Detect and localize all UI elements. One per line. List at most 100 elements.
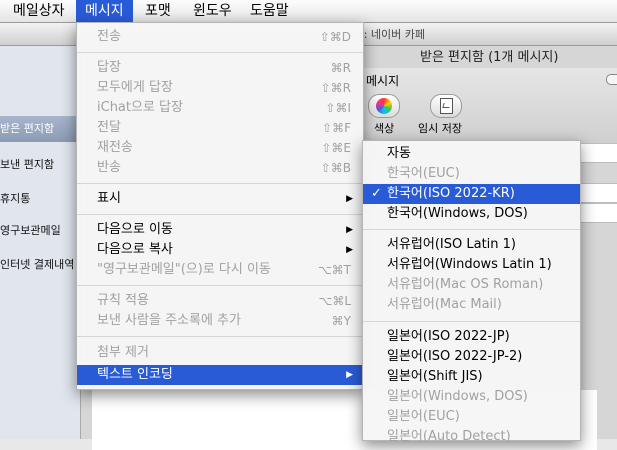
encoding-item-japanese-euc[interactable]: 일본어(EUC)	[363, 407, 580, 427]
encoding-item-windows-latin1[interactable]: 서유럽어(Windows Latin 1)	[363, 255, 580, 275]
colors-button[interactable]	[368, 94, 400, 118]
menu-item-shortcut: ⇧⌘D	[319, 30, 351, 44]
menu-separator	[77, 183, 363, 184]
menu-bar: 메일상자 메시지 포맷 윈도우 도움말	[0, 0, 617, 23]
menu-item-label: 재전송	[97, 140, 133, 155]
encoding-item-mac-roman[interactable]: 서유럽어(Mac OS Roman)	[363, 275, 580, 295]
menu-mailbox[interactable]: 메일상자	[4, 0, 74, 22]
menu-item-label: 자동	[387, 146, 411, 161]
menu-item-label: 다음으로 복사	[97, 242, 173, 257]
header-fields	[580, 143, 617, 323]
menu-item-label: 표시	[97, 191, 121, 206]
colors-label: 색상	[374, 122, 395, 135]
menu-item-copy-to[interactable]: 다음으로 복사 ▶	[77, 240, 363, 260]
menu-item-label: 텍스트 인코딩	[97, 367, 173, 382]
sidebar-item-label: 받은 편지함	[0, 122, 55, 135]
header-field[interactable]	[580, 143, 617, 163]
menu-format[interactable]: 포맷	[136, 0, 180, 22]
menu-item-bounce[interactable]: 반송 ⇧⌘B	[77, 158, 363, 178]
menu-separator	[77, 336, 363, 337]
menu-item-label: 답장	[97, 60, 121, 75]
mailbox-sidebar: 받은 편지함 보낸 편지함 휴지통 영구보관메일 인터넷 결제내역	[0, 46, 81, 439]
menu-item-shortcut: ⌘R	[330, 61, 351, 75]
sidebar-item-label: 보낸 편지함	[0, 158, 55, 171]
menu-item-label: "영구보관메일"(으)로 다시 이동	[97, 262, 271, 277]
encoding-item-japanese-windows[interactable]: 일본어(Windows, DOS)	[363, 387, 580, 407]
sidebar-item-payments[interactable]: 인터넷 결제내역	[0, 252, 80, 278]
sidebar-item-sent[interactable]: 보낸 편지함	[0, 152, 80, 178]
toolbar-heading: 메시지	[366, 74, 400, 88]
menu-item-reply-all[interactable]: 모두에게 답장 ⇧⌘R	[77, 78, 363, 98]
menu-window[interactable]: 윈도우	[184, 0, 241, 22]
menu-item-label: 다음으로 이동	[97, 222, 173, 237]
sidebar-item-label: 휴지통	[0, 192, 31, 205]
menu-item-move-to[interactable]: 다음으로 이동 ▶	[77, 220, 363, 240]
menu-item-show[interactable]: 표시 ▶	[77, 189, 363, 209]
menu-item-shortcut: ⌥⌘T	[317, 263, 351, 277]
encoding-item-korean-iso2022kr[interactable]: ✓ 한국어(ISO 2022-KR)	[363, 184, 580, 204]
menu-separator	[77, 52, 363, 53]
toolbar-toggle-button[interactable]	[606, 74, 617, 85]
menu-item-label: 보낸 사람을 주소록에 추가	[97, 313, 241, 328]
save-draft-label: 임시 저장	[418, 122, 462, 135]
menu-item-label: 모두에게 답장	[97, 80, 173, 95]
menu-separator	[363, 229, 580, 230]
sidebar-item-trash[interactable]: 휴지통	[0, 186, 80, 212]
menu-help[interactable]: 도움말	[241, 0, 298, 22]
menu-item-shortcut: ⇧⌘F	[322, 121, 351, 135]
encoding-item-korean-euc[interactable]: 한국어(EUC)	[363, 164, 580, 184]
menu-item-label: 서유럽어(ISO Latin 1)	[387, 237, 516, 252]
menu-item-move-again[interactable]: "영구보관메일"(으)로 다시 이동 ⌥⌘T	[77, 260, 363, 280]
header-field[interactable]	[580, 183, 617, 203]
sidebar-item-archive[interactable]: 영구보관메일	[0, 218, 80, 244]
encoding-item-iso2022jp2[interactable]: 일본어(ISO 2022-JP-2)	[363, 347, 580, 367]
sidebar-item-inbox[interactable]: 받은 편지함	[0, 116, 80, 142]
encoding-item-korean-windows[interactable]: 한국어(Windows, DOS)	[363, 204, 580, 224]
message-menu: 전송 ⇧⌘D 답장 ⌘R 모두에게 답장 ⇧⌘R iChat으로 답장 ⇧⌘I …	[76, 22, 364, 390]
menu-item-remove-attachments[interactable]: 첨부 제거	[77, 343, 363, 363]
menu-item-label: 일본어(ISO 2022-JP)	[387, 329, 510, 344]
menu-item-label: 한국어(ISO 2022-KR)	[387, 186, 515, 201]
window-tab-title: :: 네이버 카페	[360, 28, 426, 41]
submenu-arrow-icon: ▶	[346, 194, 353, 204]
submenu-arrow-icon: ▶	[346, 225, 353, 235]
menu-item-shortcut: ⇧⌘R	[320, 81, 351, 95]
menu-separator	[77, 285, 363, 286]
menu-item-label: 규칙 적용	[97, 293, 149, 308]
menu-item-label: iChat으로 답장	[97, 100, 183, 115]
menu-separator	[77, 214, 363, 215]
menu-item-text-encoding[interactable]: 텍스트 인코딩 ▶	[77, 365, 363, 385]
menu-item-reply-ichat[interactable]: iChat으로 답장 ⇧⌘I	[77, 98, 363, 118]
menu-item-send[interactable]: 전송 ⇧⌘D	[77, 27, 363, 47]
menu-item-redirect[interactable]: 재전송 ⇧⌘E	[77, 138, 363, 158]
document-icon	[440, 98, 453, 114]
menu-item-label: 한국어(EUC)	[387, 166, 460, 181]
menu-item-shortcut: ⇧⌘I	[325, 101, 351, 115]
checkmark-icon: ✓	[371, 186, 382, 201]
sidebar-item-label: 인터넷 결제내역	[0, 258, 75, 271]
window-title: 받은 편지함 (1개 메시지)	[420, 50, 559, 65]
menu-separator	[363, 321, 580, 322]
menu-item-shortcut: ⌘Y	[331, 314, 351, 328]
menu-item-apply-rules[interactable]: 규칙 적용 ⌥⌘L	[77, 291, 363, 311]
encoding-item-japanese-auto[interactable]: 일본어(Auto Detect)	[363, 427, 580, 447]
header-field[interactable]	[580, 203, 617, 223]
menu-item-label: 전달	[97, 120, 121, 135]
menu-item-label: 서유럽어(Windows Latin 1)	[387, 257, 552, 272]
encoding-item-mac-mail[interactable]: 서유럽어(Mac Mail)	[363, 295, 580, 315]
menu-item-label: 한국어(Windows, DOS)	[387, 206, 528, 221]
menu-item-reply[interactable]: 답장 ⌘R	[77, 58, 363, 78]
save-draft-button[interactable]	[430, 94, 462, 118]
encoding-item-iso2022jp[interactable]: 일본어(ISO 2022-JP)	[363, 327, 580, 347]
menu-item-label: 반송	[97, 160, 121, 175]
submenu-arrow-icon: ▶	[346, 370, 353, 380]
encoding-item-auto[interactable]: 자동	[363, 144, 580, 164]
menu-item-label: 일본어(ISO 2022-JP-2)	[387, 349, 523, 364]
menu-item-add-sender[interactable]: 보낸 사람을 주소록에 추가 ⌘Y	[77, 311, 363, 331]
menu-item-label: 전송	[97, 29, 121, 44]
encoding-item-latin1[interactable]: 서유럽어(ISO Latin 1)	[363, 235, 580, 255]
menu-message[interactable]: 메시지	[76, 0, 133, 22]
encoding-item-shift-jis[interactable]: 일본어(Shift JIS)	[363, 367, 580, 387]
menu-item-label: 서유럽어(Mac Mail)	[387, 297, 502, 312]
menu-item-forward[interactable]: 전달 ⇧⌘F	[77, 118, 363, 138]
